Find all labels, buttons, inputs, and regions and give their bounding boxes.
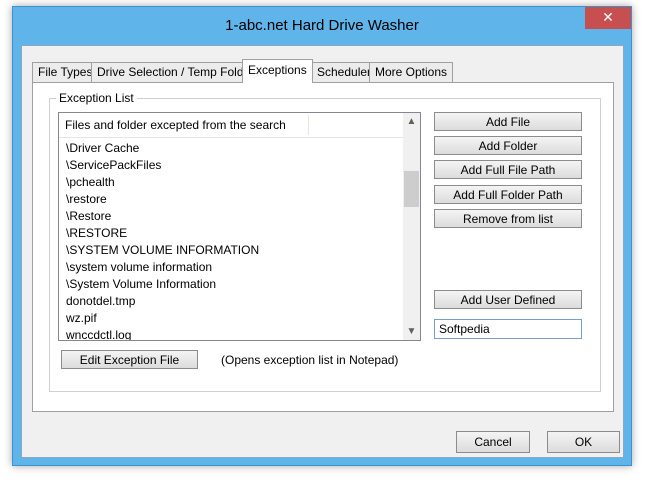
cancel-button[interactable]: Cancel <box>456 431 530 453</box>
user-defined-input[interactable]: Softpedia <box>434 319 582 339</box>
vertical-scrollbar[interactable]: ▲ ▼ <box>403 113 420 340</box>
add-user-defined-button[interactable]: Add User Defined <box>434 290 582 309</box>
add-folder-button[interactable]: Add Folder <box>434 136 582 155</box>
scroll-thumb[interactable] <box>404 171 419 207</box>
exception-list-group: Exception List Files and folder excepted… <box>49 91 601 392</box>
chevron-up-icon[interactable]: ▲ <box>403 113 420 130</box>
chevron-down-icon[interactable]: ▼ <box>403 323 420 340</box>
exceptions-panel: Exception List Files and folder excepted… <box>32 82 614 412</box>
list-item[interactable]: \System Volume Information <box>59 276 403 293</box>
tab-file-types[interactable]: File Types <box>32 62 99 82</box>
list-item[interactable]: \ServicePackFiles <box>59 157 403 174</box>
list-item[interactable]: \Driver Cache <box>59 140 403 157</box>
window-title: 1-abc.net Hard Drive Washer <box>225 17 419 34</box>
list-item[interactable]: \SYSTEM VOLUME INFORMATION <box>59 242 403 259</box>
tab-scheduler[interactable]: Scheduler <box>311 62 378 82</box>
edit-note: (Opens exception list in Notepad) <box>221 353 399 367</box>
list-item[interactable]: \Restore <box>59 208 403 225</box>
list-item[interactable]: \RESTORE <box>59 225 403 242</box>
app-window: 1-abc.net Hard Drive Washer ✕ File Types… <box>12 6 632 466</box>
dialog-client: File Types Drive Selection / Temp Folder… <box>21 45 624 458</box>
exception-items: \Driver Cache \ServicePackFiles \pchealt… <box>59 140 403 340</box>
tab-exceptions[interactable]: Exceptions <box>242 59 313 83</box>
add-file-button[interactable]: Add File <box>434 112 582 131</box>
ok-button[interactable]: OK <box>547 431 620 453</box>
exception-listbox[interactable]: Files and folder excepted from the searc… <box>58 112 421 341</box>
edit-exception-file-button[interactable]: Edit Exception File <box>61 350 198 369</box>
list-item[interactable]: \pchealth <box>59 174 403 191</box>
group-label: Exception List <box>56 91 137 105</box>
tab-more-options[interactable]: More Options <box>369 62 454 82</box>
list-item[interactable]: wnccdctl.log <box>59 327 403 340</box>
close-icon[interactable]: ✕ <box>585 7 631 29</box>
remove-from-list-button[interactable]: Remove from list <box>434 209 582 228</box>
list-item[interactable]: \restore <box>59 191 403 208</box>
add-full-file-path-button[interactable]: Add Full File Path <box>434 160 582 179</box>
title-bar[interactable]: 1-abc.net Hard Drive Washer ✕ <box>13 7 631 45</box>
list-item[interactable]: \system volume information <box>59 259 403 276</box>
list-header-label: Files and folder excepted from the searc… <box>65 118 286 132</box>
header-divider <box>308 115 309 135</box>
tab-drive-selection[interactable]: Drive Selection / Temp Folder <box>91 62 261 82</box>
list-item[interactable]: wz.pif <box>59 310 403 327</box>
add-full-folder-path-button[interactable]: Add Full Folder Path <box>434 185 582 204</box>
list-item[interactable]: donotdel.tmp <box>59 293 403 310</box>
list-column-header[interactable]: Files and folder excepted from the searc… <box>59 113 409 138</box>
